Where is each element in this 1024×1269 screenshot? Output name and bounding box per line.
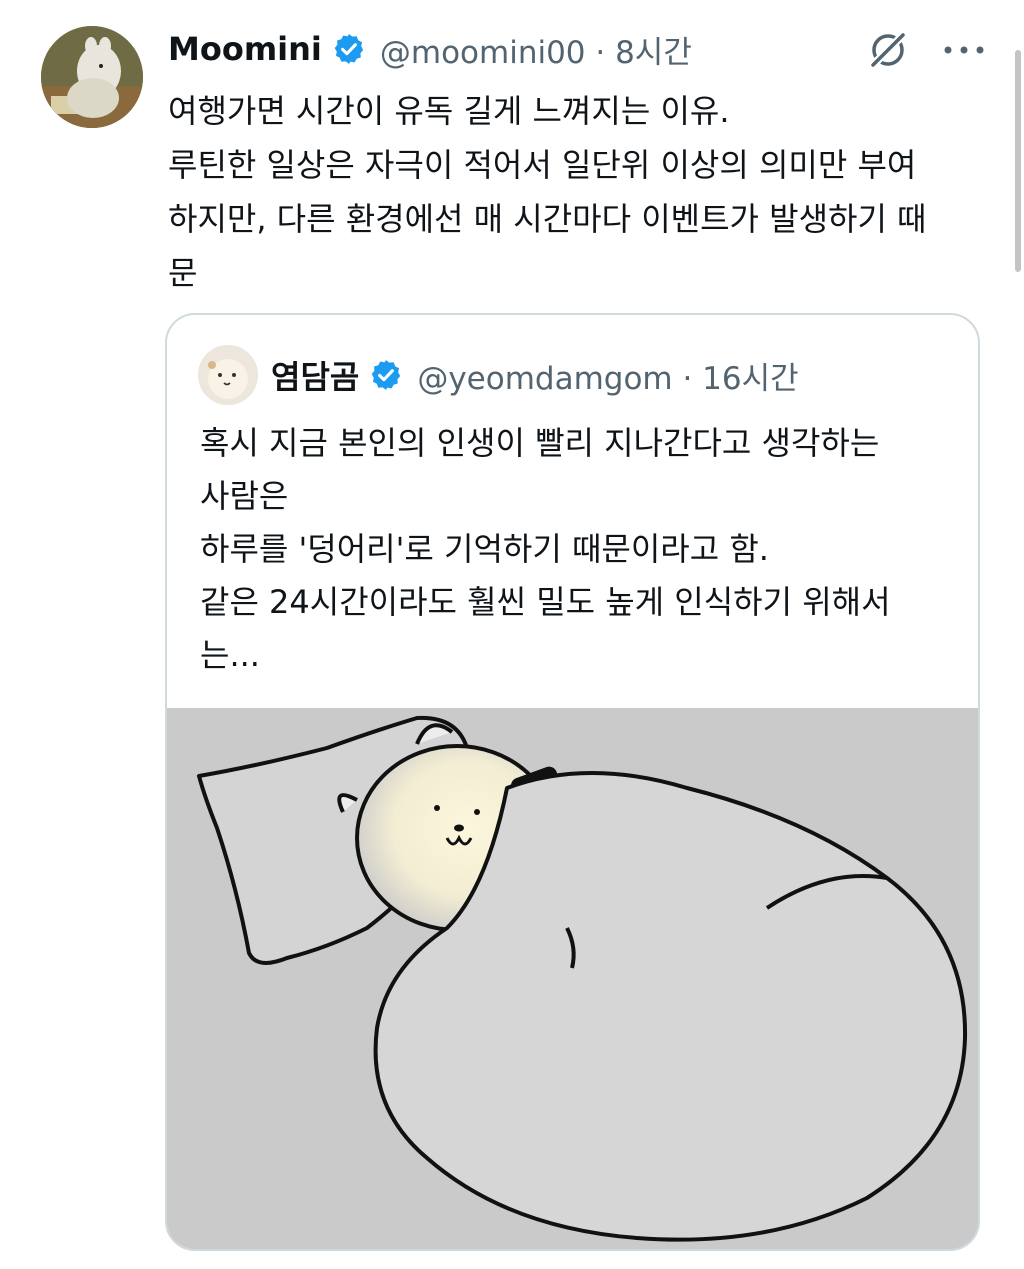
quoted-text-line: 하루를 '덩어리'로 기억하기 때문이라고 함. [200,530,769,568]
quoted-tweet[interactable]: 염담곰 @yeomdamgom · 16시간 혹시 지금 본인의 인생이 빨리 … [165,313,980,1251]
quoted-author-name[interactable]: 염담곰 [271,352,359,398]
quoted-author-handle-time[interactable]: @yeomdamgom · 16시간 [417,353,798,398]
quoted-tweet-header: 염담곰 @yeomdamgom · 16시간 [271,353,799,397]
tweet-text-line: 루틴한 일상은 자극이 적어서 일단위 이상의 의미만 부여 [168,146,917,184]
quoted-author-avatar[interactable] [198,345,258,405]
quoted-text-line: 같은 24시간이라도 훨씬 밀도 높게 인식하기 위해서 [200,583,891,621]
tweet-text: 여행가면 시간이 유독 길게 느껴지는 이유. 루틴한 일상은 자극이 적어서 … [168,84,988,300]
tweet-text-line: 여행가면 시간이 유독 길게 느껴지는 이유. [168,92,730,130]
quoted-tweet-image[interactable] [167,708,978,1249]
scrollbar[interactable] [1015,50,1021,272]
author-avatar[interactable] [41,26,143,128]
verified-badge-icon [369,358,403,392]
more-icon[interactable] [942,40,986,60]
tweet-header: Moomini @moomini00 · 8시간 [168,26,692,72]
quoted-text-line: 사람은 [200,477,289,515]
grok-icon[interactable] [864,26,912,74]
tweet-text-line: 하지만, 다른 환경에선 매 시간마다 이벤트가 발생하기 때 [168,200,927,238]
tweet-actions-top [864,24,986,76]
verified-badge-icon [332,32,366,66]
quoted-text-line: 는... [200,636,260,674]
quoted-text-line: 혹시 지금 본인의 인생이 빨리 지나간다고 생각하는 [200,424,880,462]
author-name[interactable]: Moomini [168,30,322,68]
author-handle-time[interactable]: @moomini00 · 8시간 [380,27,692,72]
tweet-text-line: 문 [168,254,198,292]
quoted-tweet-text: 혹시 지금 본인의 인생이 빨리 지나간다고 생각하는 사람은 하루를 '덩어리… [200,417,960,682]
